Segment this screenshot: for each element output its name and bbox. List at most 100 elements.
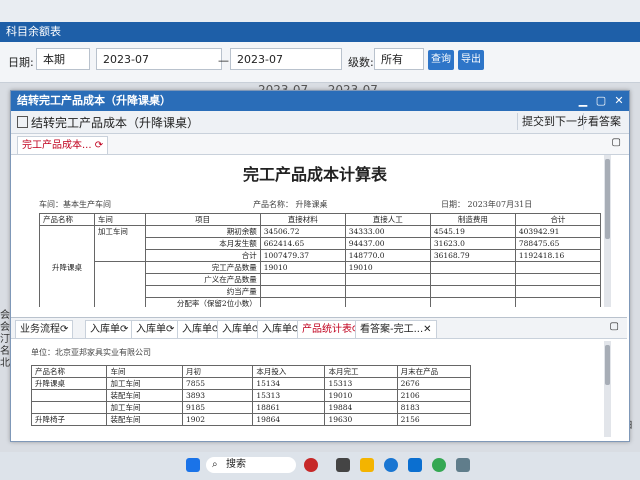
labor-cell[interactable]: 94437.00 <box>344 237 431 250</box>
view-answer-button[interactable]: 看答案 <box>583 113 625 130</box>
query-button[interactable]: 查询 <box>428 50 454 70</box>
tab-finished-product-cost[interactable]: 完工产品成本... ⟳ <box>17 136 109 154</box>
value-cell: 8183 <box>396 401 472 414</box>
date-label: 日期： 2023年07月31日 <box>441 200 533 209</box>
bottom-tab-bar: 业务流程⟳ 入库单⟳ 入库单⟳ 入库单⟳ 入库单⟳ 入库单⟳ 产品统计表⟳ 看答… <box>11 317 627 339</box>
item-cell: 约当产量 <box>144 285 261 298</box>
refresh-icon[interactable]: ⟳ <box>166 324 174 335</box>
overhead-cell[interactable]: 36168.79 <box>429 249 516 262</box>
value-cell: 15313 <box>324 377 398 390</box>
overhead-cell[interactable] <box>429 285 516 298</box>
workshop-cell: 加工车间 <box>106 377 183 390</box>
value-cell: 7855 <box>181 377 254 390</box>
chrome-icon[interactable] <box>432 458 446 472</box>
close-icon[interactable]: ✕ <box>613 91 625 111</box>
background-window-title: 科目余额表 <box>0 22 640 42</box>
material-cell[interactable]: 19010 <box>259 261 346 274</box>
material-cell[interactable]: 662414.65 <box>259 237 346 250</box>
app-icon[interactable] <box>456 458 470 472</box>
tab-label: 入库单 <box>90 324 120 335</box>
workshop-cell-empty <box>93 261 146 307</box>
item-cell: 期初余额 <box>144 225 261 238</box>
refresh-icon[interactable]: ⟳ <box>120 324 128 335</box>
labor-cell[interactable] <box>344 273 431 286</box>
table-row: 升降课桌 加工车间 期初余额 34506.72 34333.00 4545.19… <box>39 225 602 307</box>
labor-cell[interactable]: 148770.0 <box>344 249 431 262</box>
header-cell: 车间 <box>106 365 183 378</box>
windows-start-icon[interactable] <box>186 458 200 472</box>
level-select[interactable]: 所有 <box>374 48 424 70</box>
export-button[interactable]: 导出 <box>458 50 484 70</box>
tab-label: 入库单 <box>262 324 292 335</box>
edge-browser-icon[interactable] <box>384 458 398 472</box>
scrollbar-thumb[interactable] <box>605 159 610 239</box>
task-view-icon[interactable] <box>336 458 350 472</box>
taskbar-search[interactable]: ⌕ 搜索 <box>206 457 296 473</box>
item-cell: 本月发生额 <box>144 237 261 250</box>
date-to-input[interactable]: 2023-07 <box>230 48 342 70</box>
browser-top-bar <box>0 0 640 22</box>
overhead-cell[interactable] <box>429 273 516 286</box>
product-cell <box>30 389 108 402</box>
minimize-icon[interactable]: ▁ <box>577 91 589 111</box>
sheet2-scrollbar[interactable] <box>604 341 611 437</box>
tab-business-process[interactable]: 业务流程⟳ <box>15 320 74 338</box>
overhead-cell[interactable]: 4545.19 <box>429 225 516 238</box>
value-cell: 9185 <box>181 401 254 414</box>
submit-next-step-button[interactable]: 提交到下一步 <box>517 113 592 130</box>
workshop-cell: 加工车间 <box>93 225 146 262</box>
material-cell[interactable] <box>259 297 346 307</box>
labor-cell[interactable] <box>344 285 431 298</box>
total-cell[interactable]: 403942.91 <box>514 225 602 238</box>
material-cell[interactable] <box>259 273 346 286</box>
overhead-cell[interactable]: 31623.0 <box>429 237 516 250</box>
sheet-title: 完工产品成本计算表 <box>242 165 387 184</box>
close-tab-icon[interactable]: ✕ <box>423 324 431 335</box>
total-cell[interactable] <box>514 297 602 307</box>
top-tab-bar: 完工产品成本... ⟳ ▢ <box>11 134 629 155</box>
tab-label: 业务流程 <box>20 324 60 335</box>
overhead-cell[interactable] <box>429 261 516 274</box>
tab-warehouse-receipt[interactable]: 入库单⟳ <box>85 320 134 338</box>
document-icon <box>17 116 28 128</box>
item-cell: 广义在产品数量 <box>144 273 261 286</box>
cost-calculation-sheet: 完工产品成本计算表 车间：基本生产车间 产品名称： 升降课桌 日期： 2023年… <box>17 155 613 307</box>
scrollbar-thumb[interactable] <box>605 345 610 385</box>
header-cell: 制造费用 <box>429 213 516 226</box>
header-cell: 本月投入 <box>252 365 326 378</box>
labor-cell[interactable]: 34333.00 <box>344 225 431 238</box>
refresh-icon[interactable]: ⟳ <box>95 140 103 151</box>
value-cell: 1902 <box>181 413 254 426</box>
material-cell[interactable]: 1007479.37 <box>259 249 346 262</box>
material-cell[interactable] <box>259 285 346 298</box>
total-cell[interactable] <box>514 273 602 286</box>
header-cell: 直接人工 <box>344 213 431 226</box>
total-cell[interactable] <box>514 261 602 274</box>
overhead-cell[interactable] <box>429 297 516 307</box>
date-from-input[interactable]: 2023-07 <box>96 48 222 70</box>
maximize-icon[interactable]: ▢ <box>595 91 607 111</box>
tab-label: 完工产品成本... <box>22 140 92 151</box>
total-cell[interactable]: 788475.65 <box>514 237 602 250</box>
labor-cell[interactable] <box>344 297 431 307</box>
tab-warehouse-receipt[interactable]: 入库单⟳ <box>131 320 180 338</box>
total-cell[interactable]: 1192418.16 <box>514 249 602 262</box>
file-explorer-icon[interactable] <box>360 458 374 472</box>
maximize-pane-icon[interactable]: ▢ <box>612 137 621 148</box>
store-icon[interactable] <box>408 458 422 472</box>
material-cell[interactable]: 34506.72 <box>259 225 346 238</box>
value-cell: 19010 <box>324 389 398 402</box>
date-label: 日期: <box>8 56 34 69</box>
app-icon[interactable] <box>304 458 318 472</box>
total-cell[interactable] <box>514 285 602 298</box>
company-label: 单位：北京亚邦家具实业有限公司 <box>31 348 151 357</box>
labor-cell[interactable]: 19010 <box>344 261 431 274</box>
tab-view-answer[interactable]: 看答案-完工...✕ <box>355 320 437 338</box>
refresh-icon[interactable]: ⟳ <box>60 324 68 335</box>
tab-label: 入库单 <box>182 324 212 335</box>
filter-bar: 日期: 本期 2023-07 — 2023-07 级数: 所有 查询 导出 <box>0 42 640 83</box>
period-select[interactable]: 本期 <box>36 48 90 70</box>
product-name-cell: 升降课桌 <box>39 225 95 307</box>
maximize-pane-icon[interactable]: ▢ <box>610 321 619 332</box>
sheet-scrollbar[interactable] <box>604 155 611 307</box>
